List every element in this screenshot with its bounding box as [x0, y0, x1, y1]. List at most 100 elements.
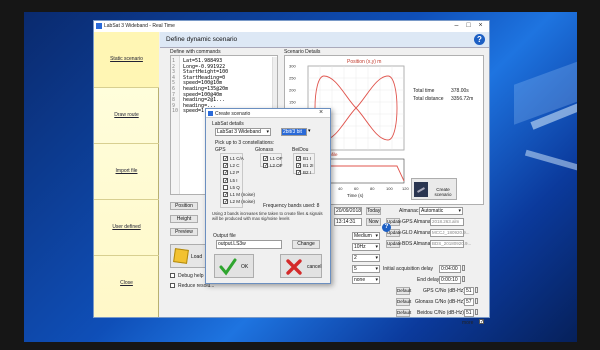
- channels-value: 2bit/3 bit: [283, 129, 302, 135]
- more-checkbox[interactable]: [479, 319, 484, 324]
- sidebar-item-label: Static scenario: [110, 56, 143, 62]
- none-value: none: [354, 277, 366, 283]
- today-button[interactable]: Today: [366, 207, 381, 215]
- quantization-select[interactable]: 2 ▾: [352, 254, 380, 262]
- rate-value: 10Hz: [354, 244, 366, 250]
- change-button[interactable]: Change: [292, 240, 320, 249]
- band-checkbox[interactable]: [296, 156, 301, 161]
- help-icon[interactable]: ?: [474, 34, 485, 45]
- option-value: 5: [354, 266, 357, 272]
- gps-cn-field[interactable]: 51: [464, 287, 474, 295]
- total-time-value: 378.00s: [451, 88, 469, 94]
- sidebar-item-static-scenario[interactable]: Static scenario: [94, 32, 159, 88]
- glo-cn-label: Glonass C/No (dB-Hz): [415, 299, 465, 305]
- total-distance-label: Total distance: [413, 96, 444, 102]
- y-tick-label: 150: [289, 100, 296, 105]
- end-delay-stepper[interactable]: [462, 276, 465, 282]
- sidebar-item-import-file[interactable]: Import file: [94, 144, 159, 200]
- date-field[interactable]: 20/09/2018: [334, 207, 362, 215]
- level-value: Medium: [354, 233, 372, 239]
- close-icon[interactable]: ×: [475, 22, 486, 30]
- level-select[interactable]: Medium ▾: [352, 232, 380, 240]
- line-numbers: 1 2 3 4 5 6 7 8 9 10: [172, 58, 179, 115]
- band-label: L1 OF: [270, 156, 283, 161]
- gps-cn-stepper[interactable]: [475, 287, 478, 293]
- chevron-down-icon: ▾: [266, 129, 269, 135]
- almanac-label: Almanac: [399, 208, 419, 214]
- chevron-down-icon: ▾: [375, 277, 378, 283]
- band-checkbox[interactable]: [223, 184, 228, 190]
- band-label: L1 M (noise): [230, 192, 256, 197]
- chevron-down-icon: ▾: [375, 255, 378, 261]
- glo-almanac-field: MCCJ_180920.9...: [430, 229, 470, 237]
- cancel-icon: [286, 259, 302, 275]
- chevron-down-icon[interactable]: ▾: [308, 128, 311, 134]
- almanac-select[interactable]: Automatic ▾: [419, 207, 463, 215]
- band-checkbox[interactable]: [223, 163, 228, 169]
- bds-cn-field[interactable]: 51: [464, 309, 474, 317]
- channels-select[interactable]: 2bit/3 bit: [281, 128, 307, 136]
- band-checkbox[interactable]: [223, 156, 228, 161]
- dialog-title: Create scenario: [215, 111, 251, 117]
- line-number: 10: [172, 108, 179, 115]
- title-bar: LabSat 3 Wideband - Real Time – □ ×: [94, 21, 489, 32]
- sidebar: Static scenario Draw route Import file U…: [94, 32, 159, 317]
- band-label: B1 2I: [303, 163, 314, 169]
- device-value: LabSat 3 Wideband: [217, 129, 261, 135]
- initial-delay-field[interactable]: 0:04:00: [439, 265, 461, 273]
- cancel-label: cancel: [307, 264, 322, 270]
- sidebar-item-draw-route[interactable]: Draw route: [94, 88, 159, 144]
- time-axis-label: Time (s): [347, 193, 364, 198]
- bds-cn-stepper[interactable]: [475, 309, 478, 315]
- now-button[interactable]: Now: [366, 218, 381, 226]
- band-checkbox[interactable]: [223, 192, 228, 197]
- option-select[interactable]: 5 ▾: [352, 265, 380, 273]
- sidebar-item-close[interactable]: Close: [94, 256, 159, 312]
- glo-cn-field[interactable]: 57: [464, 298, 474, 306]
- glo-cn-stepper[interactable]: [475, 298, 478, 304]
- sidebar-item-label: Draw route: [114, 112, 139, 118]
- band-label: L2 P: [230, 170, 240, 176]
- help-icon[interactable]: ?: [382, 223, 391, 232]
- labsat-details-label: LabSat details: [212, 121, 244, 127]
- create-scenario-label: Create scenario: [434, 187, 452, 197]
- ok-button[interactable]: OK: [214, 254, 254, 278]
- position-chart-title: Position (x,y) m: [347, 59, 381, 65]
- band-checkbox[interactable]: [263, 163, 268, 169]
- preview-button[interactable]: Preview: [170, 228, 198, 236]
- app-icon: [208, 111, 213, 116]
- band-checkbox[interactable]: [296, 170, 301, 176]
- speed-tick-label: 100: [386, 186, 393, 191]
- position-button[interactable]: Position: [170, 202, 198, 210]
- band-checkbox[interactable]: [263, 156, 268, 161]
- create-scenario-dialog: Create scenario × LabSat details LabSat …: [205, 108, 331, 284]
- time-field[interactable]: 13:14:31: [334, 218, 362, 226]
- bds-update-button[interactable]: Update: [386, 240, 402, 248]
- height-button[interactable]: Height: [170, 215, 198, 223]
- rate-select[interactable]: 10Hz ▾: [352, 243, 380, 251]
- maximize-icon[interactable]: □: [463, 22, 474, 30]
- sidebar-item-user-defined[interactable]: User defined: [94, 200, 159, 256]
- bds-default-button[interactable]: Default: [396, 309, 411, 317]
- window-title: LabSat 3 Wideband - Real Time: [104, 23, 175, 29]
- ok-label: OK: [241, 264, 249, 270]
- reduce-resolution-checkbox[interactable]: [170, 283, 175, 288]
- close-icon[interactable]: ×: [319, 109, 323, 116]
- gps-default-button[interactable]: Default: [396, 287, 411, 295]
- initial-delay-stepper[interactable]: [462, 265, 465, 271]
- create-scenario-button[interactable]: Create scenario: [411, 178, 457, 200]
- band-checkbox[interactable]: [223, 177, 228, 183]
- end-delay-field[interactable]: 0:00:10: [439, 276, 461, 284]
- band-checkbox[interactable]: [296, 163, 301, 169]
- cancel-button[interactable]: cancel: [280, 254, 322, 278]
- band-label: L1 C/A: [230, 156, 244, 161]
- glo-default-button[interactable]: Default: [396, 298, 411, 306]
- band-checkbox[interactable]: [223, 199, 228, 205]
- debug-help-checkbox[interactable]: [170, 273, 175, 278]
- output-file-field[interactable]: output.LS3w: [216, 240, 282, 249]
- minimize-icon[interactable]: –: [451, 22, 462, 30]
- page-title: Define dynamic scenario: [166, 36, 238, 43]
- band-checkbox[interactable]: [223, 170, 228, 176]
- device-select[interactable]: LabSat 3 Wideband ▾: [215, 128, 271, 136]
- none-select[interactable]: none ▾: [352, 276, 380, 284]
